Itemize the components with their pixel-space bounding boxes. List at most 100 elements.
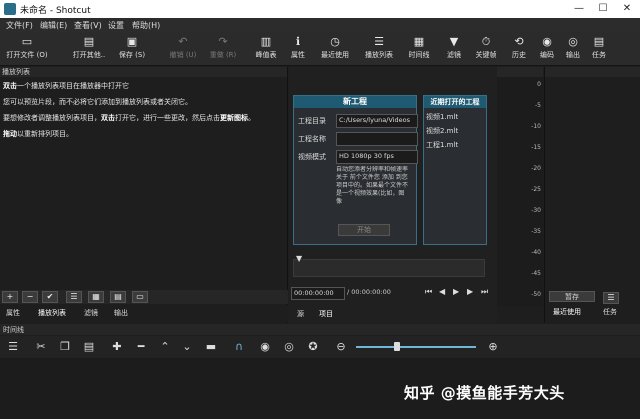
icon-view-button[interactable]: ▭ (132, 291, 148, 303)
help-line-1: 双击一个播放列表项目在播放器中打开它 (3, 82, 129, 90)
save-button[interactable]: ▣ 保存 (S) (114, 34, 150, 64)
keyframe-button[interactable]: ⏱ 关键帧 (472, 34, 500, 64)
watermark: 知乎 @摸鱼能手芳大头 (404, 384, 565, 402)
project-dir-label: 工程目录 (298, 117, 326, 125)
playlist-button-row: + − ✔ ☰ ▦ ▤ ▭ (0, 290, 288, 304)
lift-icon[interactable]: ⌃ (158, 340, 172, 353)
menu-settings[interactable]: 设置 (108, 20, 124, 31)
list-view-button[interactable]: ☰ (603, 292, 619, 304)
recent-button[interactable]: ◷ 最近使用 (318, 34, 352, 64)
zoom-out-icon[interactable]: ⊖ (334, 340, 348, 353)
help-line-2: 您可以预览片段，而不必将它们添加到播放列表或者关闭它。 (3, 98, 192, 106)
tab-source[interactable]: 源 (297, 309, 304, 319)
timeline-header: 时间线 (0, 324, 640, 335)
tab-recent[interactable]: 最近使用 (553, 307, 581, 317)
filter-icon: ▼ (449, 35, 459, 48)
timeline-button[interactable]: ▦ 时间线 (406, 34, 432, 64)
split-icon[interactable]: ▬ (204, 340, 218, 353)
play-icon[interactable]: ▶ (453, 287, 459, 296)
project-dir-field[interactable]: C:/Users/lyuna/Videos (336, 114, 418, 128)
zoom-slider[interactable] (356, 346, 476, 348)
timeline-title: 时间线 (3, 326, 24, 334)
folder-icon: ▭ (21, 35, 33, 48)
cut-icon[interactable]: ✂ (34, 340, 48, 353)
menu-icon[interactable]: ☰ (6, 340, 20, 353)
close-button[interactable]: ✕ (618, 2, 636, 16)
playlist-icon: ☰ (374, 35, 384, 48)
add-clip-button[interactable]: + (2, 291, 18, 303)
menu-bar: 文件(F) 编辑(E) 查看(V) 设置 帮助(H) (0, 18, 640, 32)
ripple-all-icon[interactable]: ✪ (306, 340, 320, 353)
hold-button[interactable]: 暂存 (549, 291, 595, 302)
toolbar: ▭ 打开文件 (O) ▤ 打开其他.. ▣ 保存 (S) ↶ 撤销 (U) ↷ 重做 (R… (0, 32, 640, 66)
tab-export[interactable]: 输出 (114, 308, 128, 318)
zoom-in-icon[interactable]: ⊕ (486, 340, 500, 353)
window-title: 未命名 - Shotcut (20, 6, 91, 16)
menu-edit[interactable]: 编辑(E) (40, 20, 67, 31)
open-other-button[interactable]: ▤ 打开其他.. (66, 34, 112, 64)
update-clip-button[interactable]: ✔ (42, 291, 58, 303)
save-icon: ▣ (126, 35, 138, 48)
menu-help[interactable]: 帮助(H) (132, 20, 160, 31)
meter-label: -50 (531, 291, 541, 298)
remove-clip-button[interactable]: − (22, 291, 38, 303)
remove-icon[interactable]: ━ (134, 340, 148, 353)
menu-view[interactable]: 查看(V) (74, 20, 102, 31)
video-mode-select[interactable]: HD 1080p 30 fps (336, 150, 418, 164)
open-other-icon: ▤ (83, 35, 95, 48)
tab-filters[interactable]: 滤镜 (84, 308, 98, 318)
recent-item[interactable]: 视频1.mlt (426, 112, 458, 122)
recent-item[interactable]: 视频2.mlt (426, 126, 458, 136)
grid-view-button[interactable]: ▦ (88, 291, 104, 303)
tab-project[interactable]: 项目 (319, 309, 333, 319)
append-icon[interactable]: ✚ (110, 340, 124, 353)
zoom-slider-handle[interactable] (394, 342, 400, 351)
timecode-field[interactable]: 00:00:00:00 (291, 287, 345, 300)
meter-label: -25 (531, 186, 541, 193)
minimize-button[interactable]: — (570, 2, 588, 16)
jobs-button[interactable]: ▤ 任务 (588, 34, 610, 64)
filter-button[interactable]: ▼ 滤镜 (442, 34, 466, 64)
recent-item[interactable]: 工程1.mlt (426, 140, 458, 150)
menu-file[interactable]: 文件(F) (6, 20, 33, 31)
properties-button[interactable]: ℹ 属性 (288, 34, 308, 64)
scrub-bar[interactable]: ▼ (293, 254, 485, 277)
tab-properties[interactable]: 属性 (6, 308, 20, 318)
redo-button[interactable]: ↷ 重做 (R) (206, 34, 240, 64)
left-tab-bar: 属性 播放列表 滤镜 输出 (0, 305, 288, 322)
scrub-icon[interactable]: ◉ (258, 340, 272, 353)
open-file-button[interactable]: ▭ 打开文件 (O) (4, 34, 50, 64)
rewind-icon[interactable]: ◀ (439, 287, 445, 296)
meter-label: -15 (531, 144, 541, 151)
maximize-button[interactable]: ☐ (594, 2, 612, 16)
fast-forward-icon[interactable]: ▶ (467, 287, 473, 296)
paste-icon[interactable]: ▤ (82, 340, 96, 353)
playhead-icon: ▼ (296, 254, 303, 263)
tab-jobs[interactable]: 任务 (603, 307, 617, 317)
playlist-button[interactable]: ☰ 播放列表 (362, 34, 396, 64)
export-button[interactable]: ◎ 输出 (562, 34, 584, 64)
meter-label: -35 (531, 228, 541, 235)
player-panel: 新工程 工程目录 C:/Users/lyuna/Videos 工程名称 视频模式… (289, 67, 497, 323)
properties-icon: ℹ (295, 35, 301, 48)
playlist-header: 播放列表 (0, 67, 287, 77)
playlist-help: 双击一个播放列表项目在播放器中打开它 您可以预览片段，而不必将它们添加到播放列表… (3, 81, 283, 145)
copy-icon[interactable]: ❐ (58, 340, 72, 353)
project-name-field[interactable] (336, 132, 418, 146)
new-project-title: 新工程 (294, 96, 416, 108)
snap-icon[interactable]: ∩ (232, 340, 246, 353)
start-button[interactable]: 开始 (338, 224, 390, 236)
encode-button[interactable]: ◉ 编码 (536, 34, 558, 64)
export-icon: ◎ (568, 35, 578, 48)
list-view-button[interactable]: ☰ (66, 291, 82, 303)
skip-prev-icon[interactable]: ⏮ (425, 287, 432, 297)
history-button[interactable]: ⟲ 历史 (508, 34, 530, 64)
peak-meter-button[interactable]: ▥ 峰值表 (252, 34, 280, 64)
undo-button[interactable]: ↶ 撤销 (U) (166, 34, 200, 64)
tab-playlist[interactable]: 播放列表 (38, 308, 66, 318)
ripple-icon[interactable]: ◎ (282, 340, 296, 353)
skip-next-icon[interactable]: ⏭ (481, 287, 488, 297)
overwrite-icon[interactable]: ⌄ (180, 340, 194, 353)
right-panel-header (545, 67, 640, 77)
detail-view-button[interactable]: ▤ (110, 291, 126, 303)
